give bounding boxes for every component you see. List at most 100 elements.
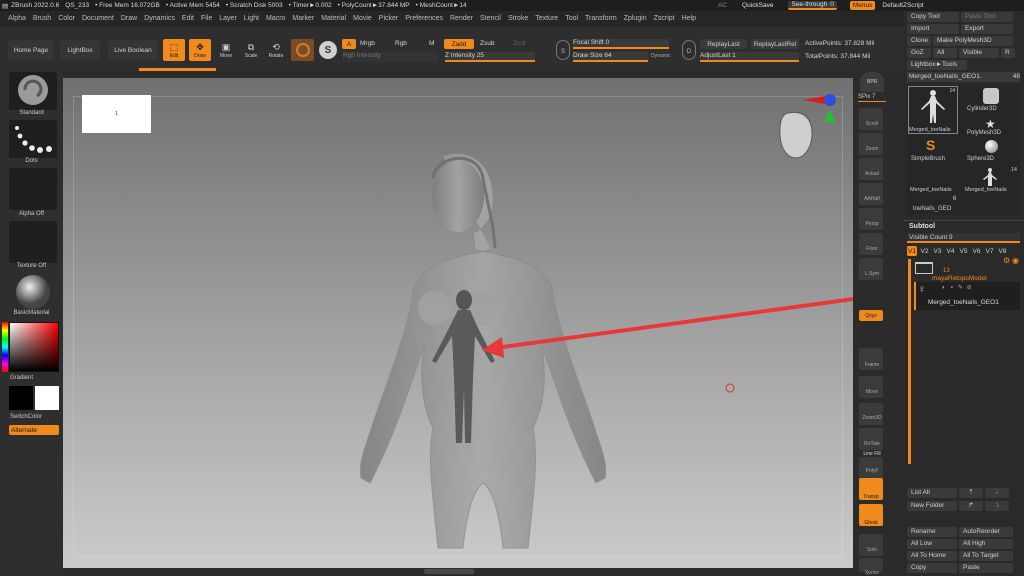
version-v7[interactable]: V7 <box>984 246 995 256</box>
menu-file[interactable]: File <box>201 15 212 22</box>
stroke-button[interactable] <box>9 120 57 158</box>
rename-button[interactable]: Rename <box>907 527 957 537</box>
alpha-button[interactable] <box>9 168 57 210</box>
menu-stroke[interactable]: Stroke <box>508 15 528 22</box>
main-color-swatch[interactable] <box>9 386 33 410</box>
tool-thumb-polymesh[interactable]: ★ PolyMesh3D <box>963 117 1019 139</box>
menu-help[interactable]: Help <box>682 15 696 22</box>
menu-brush[interactable]: Brush <box>33 15 51 22</box>
folder-name[interactable]: mayaRetopoModel <box>932 275 987 282</box>
menu-zplugin[interactable]: Zplugin <box>624 15 647 22</box>
ghost-button[interactable]: Ghost <box>859 504 883 526</box>
rgb-button[interactable]: Rgb <box>395 40 407 47</box>
color-picker[interactable] <box>9 322 59 372</box>
texture-button[interactable] <box>9 221 57 263</box>
hue-strip[interactable] <box>2 322 8 372</box>
mrgb-button[interactable]: Mrgb <box>360 40 375 47</box>
subtool-item-selected[interactable]: ♀ ◐ ⚬ ✎ ⊘ Merged_toeNails_GEO1 <box>914 282 1020 310</box>
arrow-right-icon[interactable]: ↱ <box>959 501 983 511</box>
menu-edit[interactable]: Edit <box>182 15 194 22</box>
version-v4[interactable]: V4 <box>945 246 956 256</box>
version-v2[interactable]: V2 <box>919 246 930 256</box>
export-button[interactable]: Export <box>961 24 1013 34</box>
move-button[interactable]: ▣ Move <box>215 39 237 61</box>
all-button[interactable]: All <box>933 48 957 58</box>
make-polymesh-button[interactable]: Make PolyMesh3D <box>933 36 1013 46</box>
zcut-button[interactable]: Zcut <box>513 40 526 47</box>
alternate-button[interactable]: Alternate <box>9 425 59 435</box>
menu-texture[interactable]: Texture <box>535 15 558 22</box>
transp-button[interactable]: Transp <box>859 478 883 500</box>
visible-count-slider[interactable]: Visible Count 9 <box>907 233 1020 243</box>
tool-thumb-sphere[interactable]: Sphere3D <box>963 140 1019 166</box>
import-button[interactable]: Import <box>907 24 959 34</box>
menu-material[interactable]: Material <box>321 15 346 22</box>
menu-preferences[interactable]: Preferences <box>405 15 443 22</box>
zoom3d-button[interactable] <box>859 403 883 425</box>
spix-slider[interactable]: SPix 7 <box>858 94 886 102</box>
xyz-button[interactable]: Qxyz <box>859 310 883 321</box>
rgb-intensity-slider[interactable]: Rgb Intensity <box>343 52 438 62</box>
menu-zscript[interactable]: Zscript <box>654 15 675 22</box>
current-tool-slider[interactable]: Merged_toeNails_GEO1. 48 <box>907 72 1020 82</box>
tool-thumb-merged-3[interactable]: 14 Merged_toeNails <box>963 167 1019 195</box>
bottom-tray-handle[interactable] <box>424 569 474 574</box>
new-folder-button[interactable]: New Folder <box>907 501 957 511</box>
all-to-target-button[interactable]: All To Target <box>959 551 1013 561</box>
menu-light[interactable]: Light <box>244 15 259 22</box>
r-button[interactable]: R <box>1001 48 1015 58</box>
all-high-button[interactable]: All High <box>959 539 1013 549</box>
material-swatch-button[interactable] <box>291 39 314 61</box>
material-button[interactable] <box>9 273 57 309</box>
tool-thumb-simplebrush[interactable]: S SimpleBrush <box>908 137 960 165</box>
rotate-button[interactable]: ⟲ Rotate <box>265 39 287 61</box>
move-up-icon[interactable]: ⇡ <box>959 488 983 498</box>
see-through-slider[interactable]: See-through 0 <box>788 1 837 10</box>
tool-thumb-cylinder[interactable]: Cylinder3D <box>963 86 1019 116</box>
bpr-button[interactable]: BPR <box>860 72 884 92</box>
head-gizmo-icon[interactable] <box>779 94 836 159</box>
switch-color-button[interactable]: SwitchColor <box>10 414 42 420</box>
paste-button[interactable]: Paste <box>959 563 1013 573</box>
edit-button[interactable]: ⬚ Edit <box>163 39 185 61</box>
arrow-down-icon[interactable]: ↴ <box>985 501 1009 511</box>
menu-draw[interactable]: Draw <box>121 15 137 22</box>
version-v3[interactable]: V3 <box>932 246 943 256</box>
subtool-scrollbar[interactable] <box>908 259 911 464</box>
version-v6[interactable]: V6 <box>971 246 982 256</box>
menu-alpha[interactable]: Alpha <box>8 15 26 22</box>
copy-button[interactable]: Copy <box>907 563 957 573</box>
d-icon[interactable]: D <box>682 40 696 60</box>
folder-settings-icon[interactable]: ⚙ <box>1003 256 1010 265</box>
focal-shift-slider[interactable]: Focal Shift 0 <box>573 39 669 49</box>
version-v5[interactable]: V5 <box>958 246 969 256</box>
zadd-button[interactable]: Zadd <box>444 39 474 49</box>
zremesher-icon[interactable]: S <box>319 41 337 59</box>
move-down-icon[interactable]: ⇣ <box>985 488 1009 498</box>
s-icon[interactable]: S <box>556 40 570 60</box>
menu-render[interactable]: Render <box>450 15 473 22</box>
folder-icon[interactable] <box>915 262 933 274</box>
clone-button[interactable]: Clone <box>907 36 931 46</box>
subtool-controls-icon[interactable]: ◐ ⚬ ✎ ⊘ <box>942 284 973 291</box>
m-button[interactable]: M <box>429 40 434 47</box>
menu-dynamics[interactable]: Dynamics <box>144 15 175 22</box>
menu-transform[interactable]: Transform <box>585 15 617 22</box>
goz-button[interactable]: GoZ <box>907 48 931 58</box>
paste-tool-button[interactable]: Paste Tool <box>961 12 1013 22</box>
canvas[interactable]: 1 <box>63 78 853 568</box>
live-boolean-button[interactable]: Live Boolean <box>108 40 158 60</box>
default-zscript-button[interactable]: DefaultZScript <box>882 2 923 9</box>
replay-last-rel-button[interactable]: ReplayLastRel <box>751 39 799 49</box>
visible-button[interactable]: Visible <box>959 48 999 58</box>
auto-reorder-button[interactable]: AutoReorder <box>959 527 1013 537</box>
list-all-button[interactable]: List All <box>907 488 957 498</box>
draw-size-slider[interactable]: Draw Size 64 <box>573 52 648 62</box>
menu-tool[interactable]: Tool <box>565 15 578 22</box>
brush-button[interactable] <box>9 72 57 110</box>
menu-document[interactable]: Document <box>82 15 114 22</box>
subtool-header[interactable]: Subtool <box>909 223 935 230</box>
menu-picker[interactable]: Picker <box>379 15 398 22</box>
extra-tool-name[interactable]: toeNails_GEO <box>913 206 951 212</box>
ac-label[interactable]: AC <box>718 2 727 9</box>
